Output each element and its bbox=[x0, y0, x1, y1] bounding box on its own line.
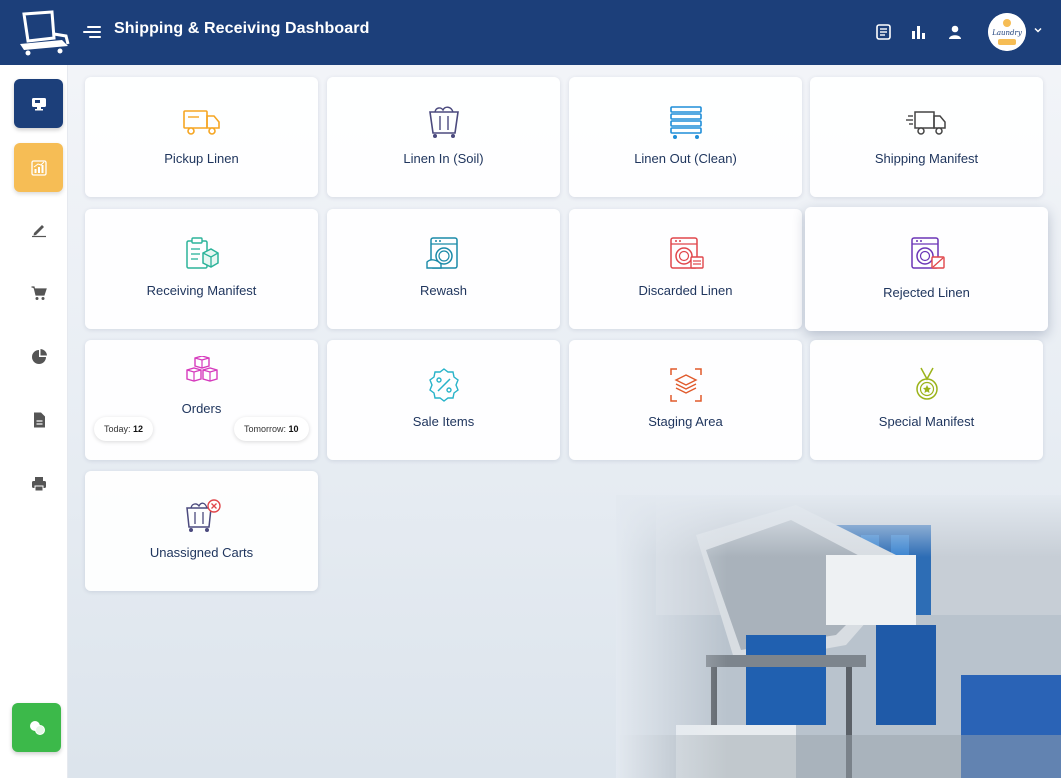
tile-shipping-manifest[interactable]: Shipping Manifest bbox=[810, 77, 1043, 197]
tomorrow-label: Tomorrow: bbox=[244, 424, 287, 434]
tile-label: Staging Area bbox=[648, 414, 723, 429]
tile-staging-area[interactable]: Staging Area bbox=[569, 340, 802, 460]
edit-icon bbox=[31, 224, 46, 237]
tile-pickup-linen[interactable]: Pickup Linen bbox=[85, 77, 318, 197]
avatar[interactable]: Laundry bbox=[988, 13, 1026, 51]
pie-chart-icon bbox=[31, 348, 47, 364]
tile-linen-out-clean[interactable]: Linen Out (Clean) bbox=[569, 77, 802, 197]
orders-tomorrow-badge: Tomorrow: 10 bbox=[234, 417, 309, 441]
truck-icon bbox=[182, 110, 220, 135]
sidebar-item-documents[interactable] bbox=[14, 395, 63, 444]
tile-sale-items[interactable]: Sale Items bbox=[327, 340, 560, 460]
chat-icon bbox=[29, 720, 45, 735]
clean-cart-icon bbox=[669, 106, 702, 139]
tile-label: Unassigned Carts bbox=[149, 545, 254, 560]
tile-label: Linen In (Soil) bbox=[403, 151, 484, 166]
delivery-truck-icon bbox=[905, 111, 946, 135]
document-icon bbox=[33, 412, 45, 427]
printer-icon bbox=[31, 476, 46, 491]
tile-unassigned-carts[interactable]: Unassigned Carts bbox=[85, 471, 318, 591]
soil-cart-icon bbox=[428, 106, 459, 138]
sidebar-item-print[interactable] bbox=[14, 459, 63, 508]
bar-chart-icon[interactable] bbox=[909, 23, 927, 41]
tile-discarded-linen[interactable]: Discarded Linen bbox=[569, 209, 802, 329]
tile-label: Receiving Manifest bbox=[146, 283, 257, 298]
page-title: Shipping & Receiving Dashboard bbox=[114, 20, 370, 37]
washer-rewash-icon bbox=[425, 237, 458, 269]
cart-icon bbox=[31, 285, 47, 300]
medal-icon bbox=[915, 367, 938, 400]
sidebar-item-reports[interactable] bbox=[14, 332, 63, 381]
tile-label: Shipping Manifest bbox=[874, 151, 979, 166]
main-content: Pickup Linen Linen In (Soil) Linen Out (… bbox=[68, 65, 1061, 778]
monitor-icon bbox=[31, 97, 46, 110]
laundry-avatar-icon: Laundry bbox=[988, 13, 1026, 51]
tile-label: Pickup Linen bbox=[164, 151, 239, 166]
tile-label: Special Manifest bbox=[878, 414, 975, 429]
laundry-facility-photo bbox=[616, 495, 1061, 778]
tomorrow-count: 10 bbox=[288, 424, 299, 434]
chevron-down-icon[interactable] bbox=[1033, 25, 1043, 35]
tile-label: Orders bbox=[181, 401, 222, 416]
laundry-cart-logo-icon[interactable] bbox=[18, 8, 70, 56]
sidebar-item-analytics[interactable] bbox=[14, 143, 63, 192]
top-header: Shipping & Receiving Dashboard Laundry bbox=[0, 0, 1061, 65]
avatar-text: Laundry bbox=[991, 29, 1023, 37]
layers-focus-icon bbox=[669, 368, 702, 402]
tile-label: Linen Out (Clean) bbox=[634, 151, 737, 166]
tile-label: Sale Items bbox=[412, 414, 475, 429]
analytics-icon bbox=[30, 159, 47, 176]
boxes-icon bbox=[185, 356, 218, 382]
washer-discard-icon bbox=[669, 237, 704, 269]
sidebar-item-cart[interactable] bbox=[14, 268, 63, 317]
tile-label: Discarded Linen bbox=[638, 283, 733, 298]
sidebar bbox=[0, 65, 68, 778]
tile-label: Rejected Linen bbox=[883, 285, 970, 300]
tile-label: Rewash bbox=[420, 283, 467, 298]
washer-reject-icon bbox=[910, 237, 945, 269]
tile-receiving-manifest[interactable]: Receiving Manifest bbox=[85, 209, 318, 329]
clipboard-box-icon bbox=[185, 237, 219, 269]
today-count: 12 bbox=[133, 424, 144, 434]
sidebar-item-dashboard[interactable] bbox=[14, 79, 63, 128]
tile-linen-in-soil[interactable]: Linen In (Soil) bbox=[327, 77, 560, 197]
tile-rewash[interactable]: Rewash bbox=[327, 209, 560, 329]
percent-badge-icon bbox=[428, 368, 459, 402]
user-icon[interactable] bbox=[946, 23, 964, 41]
menu-toggle-icon[interactable] bbox=[83, 24, 101, 40]
orders-today-badge: Today: 12 bbox=[94, 417, 154, 441]
tile-orders[interactable]: Orders Today: 12 Tomorrow: 10 bbox=[85, 340, 318, 460]
tile-rejected-linen[interactable]: Rejected Linen bbox=[805, 207, 1048, 331]
tile-special-manifest[interactable]: Special Manifest bbox=[810, 340, 1043, 460]
news-icon[interactable] bbox=[875, 23, 893, 41]
sidebar-item-edit[interactable] bbox=[14, 204, 63, 253]
sidebar-item-chat[interactable] bbox=[12, 703, 61, 752]
cart-remove-icon bbox=[185, 499, 221, 532]
today-label: Today: bbox=[104, 424, 131, 434]
